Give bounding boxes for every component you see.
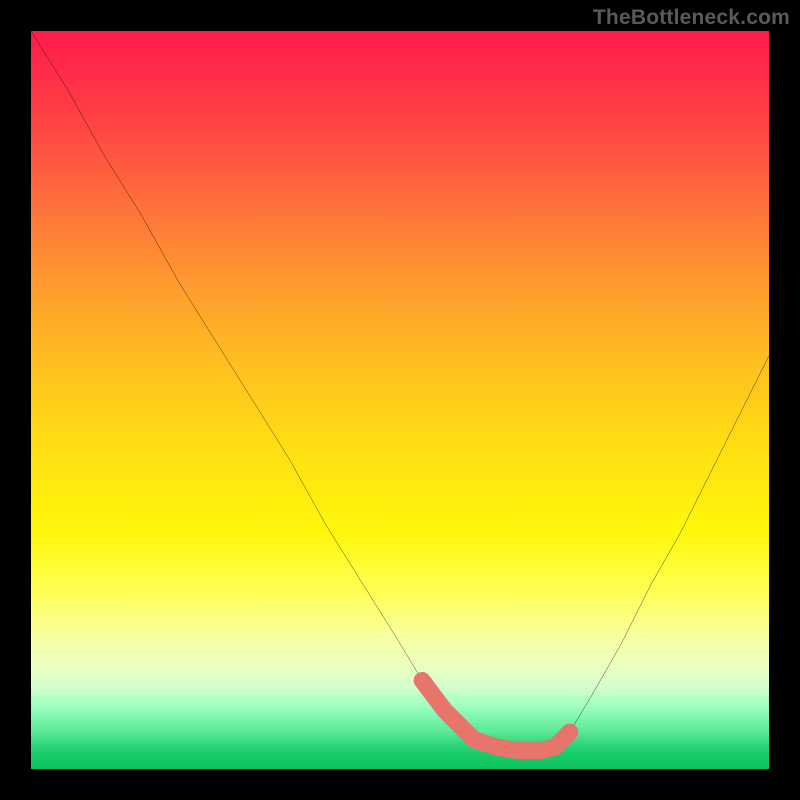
watermark-text: TheBottleneck.com [593, 6, 790, 30]
chart-stage: TheBottleneck.com [0, 0, 800, 800]
plot-area [31, 31, 769, 769]
bottleneck-curve [31, 31, 769, 751]
curve-layer [31, 31, 769, 769]
optimal-range-marker [422, 680, 570, 750]
